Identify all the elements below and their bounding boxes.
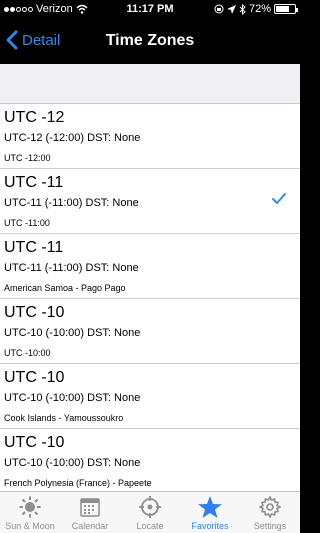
timezone-row[interactable]: UTC -10 UTC-10 (-10:00) DST: None UTC -10:… (0, 299, 300, 364)
calendar-icon (79, 496, 101, 523)
timezone-title: UTC -11 (4, 239, 64, 256)
navigation-bar: Detail Time Zones (0, 20, 300, 64)
timezone-title: UTC -10 (4, 369, 65, 386)
battery-icon (274, 4, 298, 14)
timezone-row[interactable]: UTC -12 UTC-12 (-12:00) DST: None UTC -12:… (0, 104, 300, 169)
tab-favorites[interactable]: Favorites (180, 492, 240, 533)
sun-icon (19, 496, 41, 523)
bluetooth-icon (239, 3, 246, 15)
timezone-offset: UTC-11 (-11:00) DST: None (4, 262, 139, 274)
tab-sun-moon[interactable]: Sun & Moon (0, 492, 60, 533)
timezone-title: UTC -10 (4, 304, 65, 321)
tab-calendar[interactable]: Calendar (60, 492, 120, 533)
battery-percent: 72% (248, 3, 271, 15)
tab-label: Favorites (191, 521, 229, 531)
timezone-row[interactable]: UTC -11 UTC-11 (-11:00) DST: None UTC -11:… (0, 169, 300, 234)
star-icon (198, 496, 222, 523)
tab-settings[interactable]: Settings (240, 492, 300, 533)
timezone-title: UTC -10 (4, 434, 65, 451)
tab-label: Settings (253, 521, 287, 531)
location-arrow-icon (226, 4, 236, 14)
timezone-offset: UTC-11 (-11:00) DST: None (4, 197, 139, 209)
timezone-region: UTC -11:00 (4, 218, 50, 228)
timezone-region: American Samoa - Pago Pago (4, 283, 126, 293)
page-title: Time Zones (105, 32, 195, 49)
tab-label: Calendar (71, 521, 109, 531)
timezone-title: UTC -11 (4, 174, 64, 191)
tab-locate[interactable]: Locate (120, 492, 180, 533)
timezone-offset: UTC-12 (-12:00) DST: None (4, 132, 141, 144)
timezone-row[interactable]: UTC -10 UTC-10 (-10:00) DST: None French P… (0, 429, 300, 491)
section-header (0, 64, 300, 104)
lock-rotation-icon (214, 4, 224, 14)
timezone-offset: UTC-10 (-10:00) DST: None (4, 392, 141, 404)
tab-label: Locate (136, 521, 164, 531)
gear-icon (258, 495, 282, 523)
timezone-region: French Polynesia (France) - Papeete (4, 478, 152, 488)
tab-label: Sun & Moon (5, 521, 55, 531)
checkmark-icon (272, 193, 286, 204)
timezone-row[interactable]: UTC -10 UTC-10 (-10:00) DST: None Cook Isl… (0, 364, 300, 429)
timezone-row[interactable]: UTC -11 UTC-11 (-11:00) DST: None American… (0, 234, 300, 299)
timezone-offset: UTC-10 (-10:00) DST: None (4, 327, 141, 339)
tab-bar: Sun & Moon Calendar Locate Favorites Setting… (0, 491, 300, 533)
timezone-title: UTC -12 (4, 109, 65, 126)
timezone-region: UTC -12:00 (4, 153, 51, 163)
crosshair-icon (139, 496, 161, 523)
timezone-list[interactable]: UTC -12 UTC-12 (-12:00) DST: None UTC -12:… (0, 64, 300, 491)
status-bar: Verizon 11:17 PM 72% (0, 0, 300, 20)
timezone-offset: UTC-10 (-10:00) DST: None (4, 457, 141, 469)
timezone-region: Cook Islands - Yamoussoukro (4, 413, 124, 423)
status-right: 72% (214, 3, 298, 15)
timezone-region: UTC -10:00 (4, 348, 51, 358)
